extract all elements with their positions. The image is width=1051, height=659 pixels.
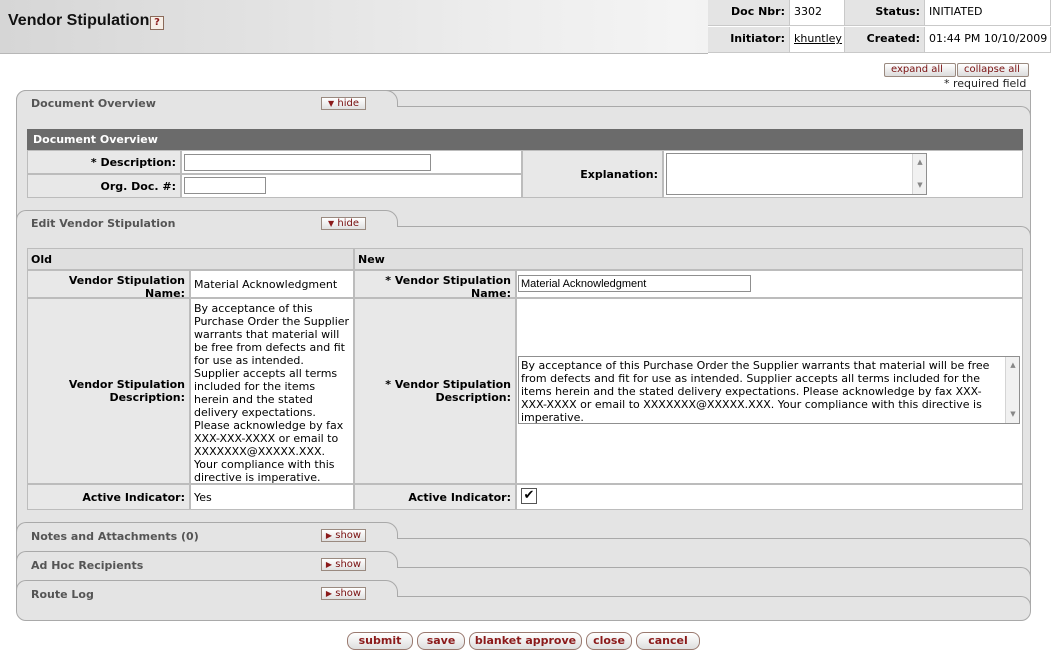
triangle-down-icon: ▼ <box>328 219 335 228</box>
tab-title: Edit Vendor Stipulation <box>31 217 176 230</box>
status-label: Status: <box>845 0 925 26</box>
triangle-right-icon: ▶ <box>325 531 333 540</box>
explanation-textarea[interactable]: ▲ ▼ <box>666 153 927 195</box>
description-input[interactable] <box>184 154 431 171</box>
save-button[interactable]: save <box>417 632 465 650</box>
triangle-down-icon: ▼ <box>328 99 335 108</box>
status-value: INITIATED <box>925 0 1051 26</box>
initiator-value: khuntley <box>790 27 845 53</box>
doc-nbr-value: 3302 <box>790 0 845 26</box>
show-button[interactable]: ▶ show <box>321 529 366 542</box>
scroll-up-icon: ▲ <box>917 158 923 166</box>
collapse-all-button[interactable]: collapse all <box>957 63 1029 77</box>
tab-title: Document Overview <box>31 97 156 110</box>
tab-ad-hoc-recipients: Ad Hoc Recipients ▶ show <box>16 551 1031 579</box>
blanket-approve-button[interactable]: blanket approve <box>469 632 582 650</box>
created-value: 01:44 PM 10/10/2009 <box>925 27 1051 53</box>
section-header: Document Overview <box>27 129 1023 150</box>
old-active-value: Yes <box>190 484 354 510</box>
scroll-up-icon: ▲ <box>1010 361 1016 369</box>
initiator-link[interactable]: khuntley <box>794 32 842 45</box>
tab-route-log: Route Log ▶ show <box>16 580 1031 608</box>
document-header-info: Doc Nbr: 3302 Status: INITIATED Initiato… <box>708 0 1051 54</box>
created-label: Created: <box>845 27 925 53</box>
page-title: Vendor Stipulation <box>8 12 150 29</box>
tab-edit-vendor-stipulation: Edit Vendor Stipulation ▼ hide <box>16 210 1031 238</box>
cancel-button[interactable]: cancel <box>636 632 700 650</box>
new-name-label: * Vendor Stipulation Name: <box>354 270 516 300</box>
tab-title: Route Log <box>31 588 94 601</box>
close-button[interactable]: close <box>586 632 632 650</box>
submit-button[interactable]: submit <box>347 632 413 650</box>
old-column-header: Old <box>27 248 354 270</box>
help-icon[interactable]: ? <box>150 16 164 30</box>
active-indicator-checkbox[interactable]: ✔ <box>521 488 537 504</box>
show-button[interactable]: ▶ show <box>321 558 366 571</box>
old-description-label: Vendor Stipulation Description: <box>27 298 190 484</box>
tab-notes-and-attachments: Notes and Attachments (0) ▶ show <box>16 522 1031 550</box>
old-description-value: By acceptance of this Purchase Order the… <box>190 298 354 484</box>
expand-all-button[interactable]: expand all <box>884 63 956 77</box>
old-name-label: Vendor Stipulation Name: <box>27 270 190 300</box>
description-label: * Description: <box>27 150 181 174</box>
hide-button[interactable]: ▼ hide <box>321 217 366 230</box>
tab-title: Notes and Attachments (0) <box>31 530 199 543</box>
scroll-down-icon: ▼ <box>917 181 923 189</box>
doc-nbr-label: Doc Nbr: <box>708 0 790 26</box>
hide-button[interactable]: ▼ hide <box>321 97 366 110</box>
new-active-label: Active Indicator: <box>354 484 516 510</box>
org-doc-input[interactable] <box>184 177 266 194</box>
explanation-label: Explanation: <box>522 150 663 198</box>
scrollbar[interactable]: ▲ ▼ <box>912 154 926 194</box>
scrollbar[interactable]: ▲ ▼ <box>1005 357 1019 423</box>
new-name-input[interactable] <box>518 275 751 292</box>
initiator-label: Initiator: <box>708 27 790 53</box>
new-column-header: New <box>354 248 1023 270</box>
triangle-right-icon: ▶ <box>325 560 333 569</box>
show-button[interactable]: ▶ show <box>321 587 366 600</box>
scroll-down-icon: ▼ <box>1010 410 1016 418</box>
triangle-right-icon: ▶ <box>325 589 333 598</box>
new-description-textarea[interactable]: By acceptance of this Purchase Order the… <box>518 356 1020 424</box>
new-description-label: * Vendor Stipulation Description: <box>354 298 516 484</box>
org-doc-label: Org. Doc. #: <box>27 174 181 198</box>
old-name-value: Material Acknowledgment <box>190 270 354 298</box>
page-header: Vendor Stipulation ? Doc Nbr: 3302 Statu… <box>0 0 1051 54</box>
required-field-note: * required field <box>944 77 1027 90</box>
tab-document-overview: Document Overview ▼ hide <box>16 90 1031 118</box>
old-active-label: Active Indicator: <box>27 484 190 510</box>
tab-title: Ad Hoc Recipients <box>31 559 144 572</box>
